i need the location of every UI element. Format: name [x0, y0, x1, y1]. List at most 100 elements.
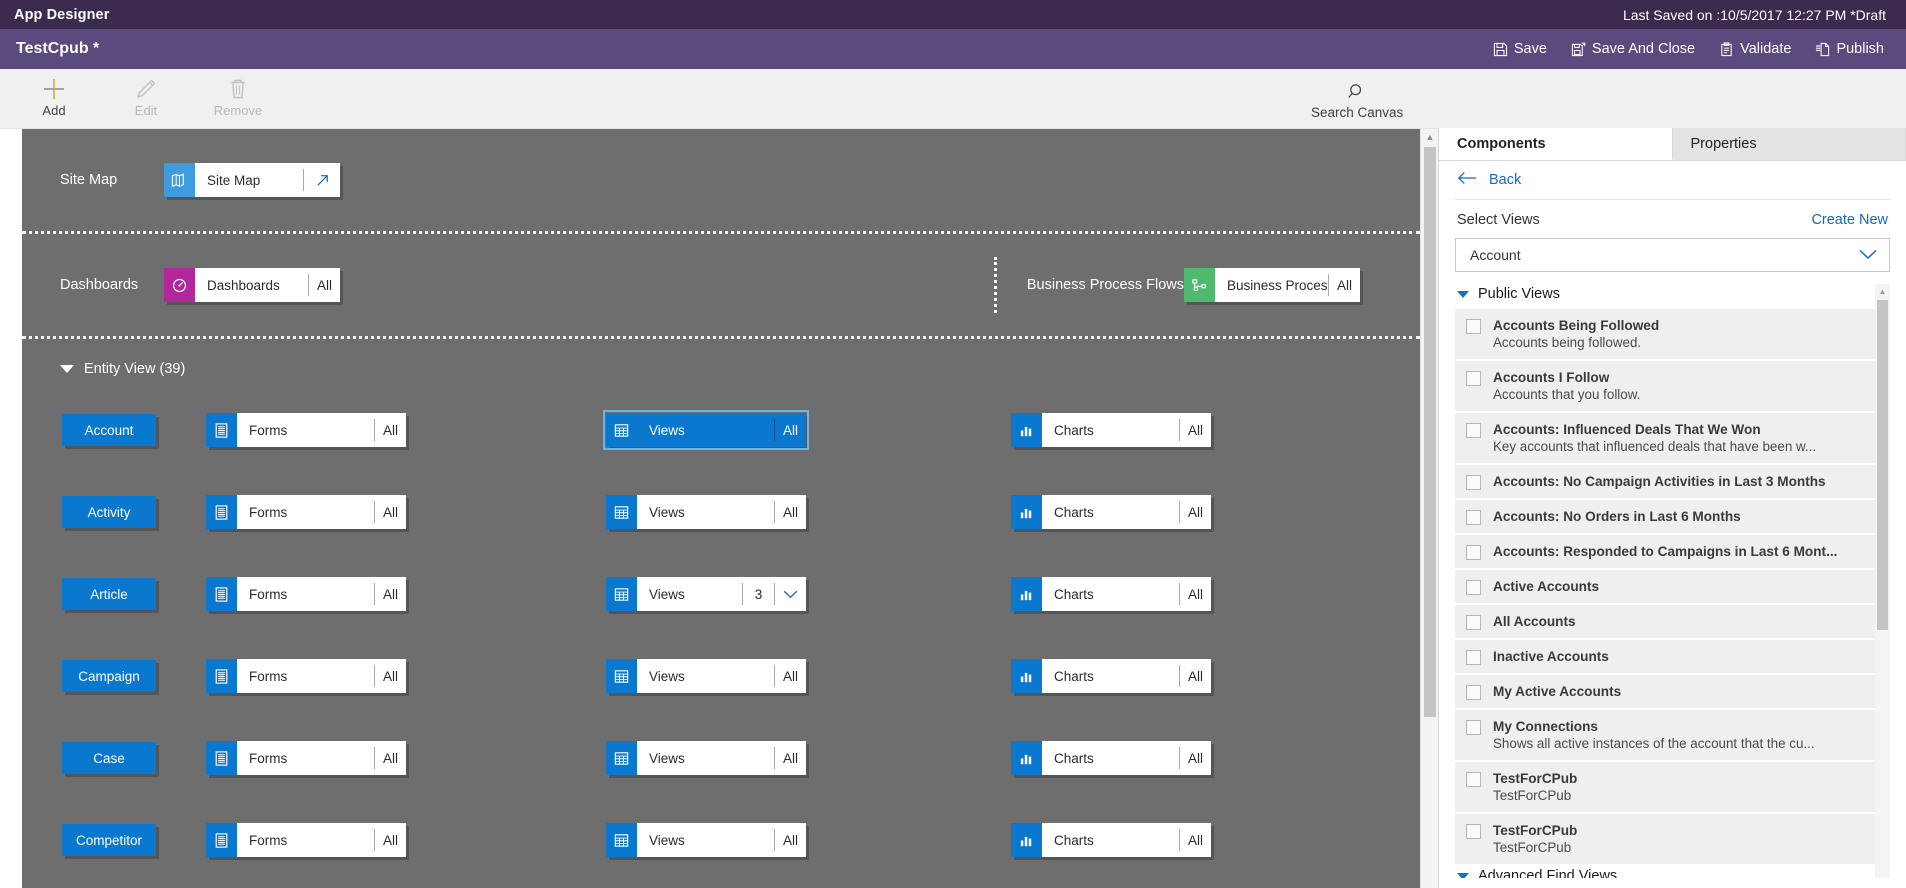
- entity-view-header[interactable]: Entity View (39): [22, 339, 1420, 389]
- view-item-checkbox[interactable]: [1466, 423, 1481, 438]
- views-list-scroll-thumb[interactable]: [1877, 300, 1888, 630]
- views-group-header[interactable]: Advanced Find Views: [1455, 866, 1890, 878]
- view-list-item[interactable]: Accounts I Follow Accounts that you follo…: [1455, 361, 1890, 413]
- entity-select-dropdown[interactable]: Account: [1455, 238, 1890, 272]
- validate-icon: [1719, 41, 1734, 57]
- view-item-title: My Connections: [1493, 719, 1598, 734]
- view-item-checkbox[interactable]: [1466, 371, 1481, 386]
- view-list-item[interactable]: Accounts: Influenced Deals That We Won Ke…: [1455, 413, 1890, 465]
- view-item-checkbox[interactable]: [1466, 580, 1481, 595]
- entity-competitor-forms-label: Forms: [249, 832, 288, 848]
- entity-account-charts-tile[interactable]: Charts All: [1011, 413, 1211, 447]
- entity-account-charts-count: All: [1187, 422, 1203, 438]
- dashboards-tile[interactable]: Dashboards All: [164, 268, 340, 302]
- view-item-checkbox[interactable]: [1466, 824, 1481, 839]
- view-list-item[interactable]: All Accounts: [1455, 605, 1890, 640]
- views-group-header[interactable]: Public Views: [1455, 284, 1890, 309]
- create-new-link[interactable]: Create New: [1811, 212, 1888, 228]
- view-item-checkbox[interactable]: [1466, 475, 1481, 490]
- entity-competitor-forms-tile[interactable]: Forms All: [206, 823, 406, 857]
- entity-activity-forms-tile[interactable]: Forms All: [206, 495, 406, 529]
- view-item-checkbox[interactable]: [1466, 615, 1481, 630]
- canvas-scrollbar[interactable]: ▲: [1420, 129, 1438, 888]
- view-item-title: My Active Accounts: [1493, 684, 1622, 699]
- view-list-item[interactable]: My Active Accounts: [1455, 675, 1890, 710]
- ribbon-toolbar: Add Edit Remove Search Canvas: [0, 69, 1906, 129]
- entity-campaign-views-tile[interactable]: Views All: [606, 659, 806, 693]
- edit-button[interactable]: Edit: [114, 75, 178, 118]
- entity-account-views-tile[interactable]: Views All: [603, 410, 809, 450]
- entity-activity-charts-count: All: [1187, 504, 1203, 520]
- search-canvas-button[interactable]: Search Canvas: [1311, 77, 1403, 120]
- entity-chip-case[interactable]: Case: [62, 742, 156, 774]
- view-list-item[interactable]: Accounts Being Followed Accounts being fo…: [1455, 309, 1890, 361]
- entity-article-forms-label: Forms: [249, 586, 288, 602]
- remove-button[interactable]: Remove: [206, 75, 270, 118]
- sitemap-row: Site Map Site Map: [22, 129, 1420, 231]
- view-list-item[interactable]: Accounts: No Orders in Last 6 Months: [1455, 500, 1890, 535]
- view-list-item[interactable]: Accounts: Responded to Campaigns in Last…: [1455, 535, 1890, 570]
- entity-competitor-views-tile[interactable]: Views All: [606, 823, 806, 857]
- panel-tabs: Components Properties: [1439, 128, 1906, 161]
- entity-account-forms-tile[interactable]: Forms All: [206, 413, 406, 447]
- views-list[interactable]: Public Views Accounts Being Followed Accou…: [1455, 284, 1890, 878]
- app-title: App Designer: [14, 6, 110, 23]
- entity-activity-charts-tile[interactable]: Charts All: [1011, 495, 1211, 529]
- entity-competitor-charts-tile[interactable]: Charts All: [1011, 823, 1211, 857]
- add-button[interactable]: Add: [22, 75, 86, 118]
- view-list-item[interactable]: Inactive Accounts: [1455, 640, 1890, 675]
- business-process-flows-tile[interactable]: Business Proces... All: [1184, 268, 1360, 302]
- view-item-title: Accounts: No Orders in Last 6 Months: [1493, 509, 1741, 524]
- view-item-checkbox[interactable]: [1466, 650, 1481, 665]
- view-list-item[interactable]: My Connections Shows all active instances…: [1455, 710, 1890, 762]
- views-icon: [606, 413, 637, 447]
- view-item-checkbox[interactable]: [1466, 545, 1481, 560]
- tab-properties[interactable]: Properties: [1672, 128, 1906, 160]
- view-item-checkbox[interactable]: [1466, 772, 1481, 787]
- entity-article-charts-tile[interactable]: Charts All: [1011, 577, 1211, 611]
- view-list-item[interactable]: TestForCPub TestForCPub: [1455, 762, 1890, 814]
- entity-case-views-tile[interactable]: Views All: [606, 741, 806, 775]
- pencil-icon: [134, 75, 158, 101]
- view-item-checkbox[interactable]: [1466, 510, 1481, 525]
- entity-chip-account[interactable]: Account: [62, 414, 156, 446]
- views-list-scrollbar[interactable]: ▲: [1875, 284, 1890, 878]
- sitemap-section: Site Map Site Map: [22, 129, 1420, 234]
- entity-case-charts-tile[interactable]: Charts All: [1011, 741, 1211, 775]
- entity-chip-competitor[interactable]: Competitor: [62, 824, 156, 856]
- entity-case-forms-tile[interactable]: Forms All: [206, 741, 406, 775]
- view-item-checkbox[interactable]: [1466, 319, 1481, 334]
- view-item-checkbox[interactable]: [1466, 685, 1481, 700]
- sitemap-tile[interactable]: Site Map: [164, 163, 340, 197]
- view-list-item[interactable]: TestForCPub TestForCPub: [1455, 814, 1890, 866]
- view-item-checkbox[interactable]: [1466, 720, 1481, 735]
- publish-button[interactable]: Publish: [1815, 41, 1884, 57]
- validate-button[interactable]: Validate: [1719, 41, 1791, 57]
- save-button[interactable]: Save: [1493, 41, 1547, 57]
- entity-activity-views-tile[interactable]: Views All: [606, 495, 806, 529]
- view-list-item[interactable]: Accounts: No Campaign Activities in Last…: [1455, 465, 1890, 500]
- entity-chip-article[interactable]: Article: [62, 578, 156, 610]
- open-external-icon[interactable]: [304, 163, 340, 197]
- canvas-scroll-thumb[interactable]: [1424, 147, 1436, 717]
- entity-chip-campaign[interactable]: Campaign: [62, 660, 156, 692]
- save-and-close-icon: [1571, 42, 1586, 57]
- charts-icon: [1011, 577, 1042, 611]
- save-button-label: Save: [1513, 41, 1547, 57]
- list-scroll-up-arrow-icon[interactable]: ▲: [1875, 284, 1890, 298]
- entity-chip-activity[interactable]: Activity: [62, 496, 156, 528]
- scroll-up-arrow-icon[interactable]: ▲: [1421, 129, 1439, 145]
- caret-down-icon: [60, 365, 74, 373]
- view-list-item[interactable]: Active Accounts: [1455, 570, 1890, 605]
- entity-campaign-charts-tile[interactable]: Charts All: [1011, 659, 1211, 693]
- bpf-tile-label: Business Proces...: [1227, 277, 1328, 293]
- entity-article-views-tile[interactable]: Views 3: [606, 577, 806, 611]
- save-and-close-button[interactable]: Save And Close: [1571, 41, 1695, 57]
- caret-down-icon: [1457, 290, 1469, 298]
- back-button[interactable]: Back: [1453, 161, 1892, 199]
- tab-components[interactable]: Components: [1439, 128, 1673, 160]
- entity-campaign-forms-tile[interactable]: Forms All: [206, 659, 406, 693]
- entity-article-forms-tile[interactable]: Forms All: [206, 577, 406, 611]
- chevron-down-icon[interactable]: [775, 577, 806, 611]
- remove-button-label: Remove: [213, 103, 263, 118]
